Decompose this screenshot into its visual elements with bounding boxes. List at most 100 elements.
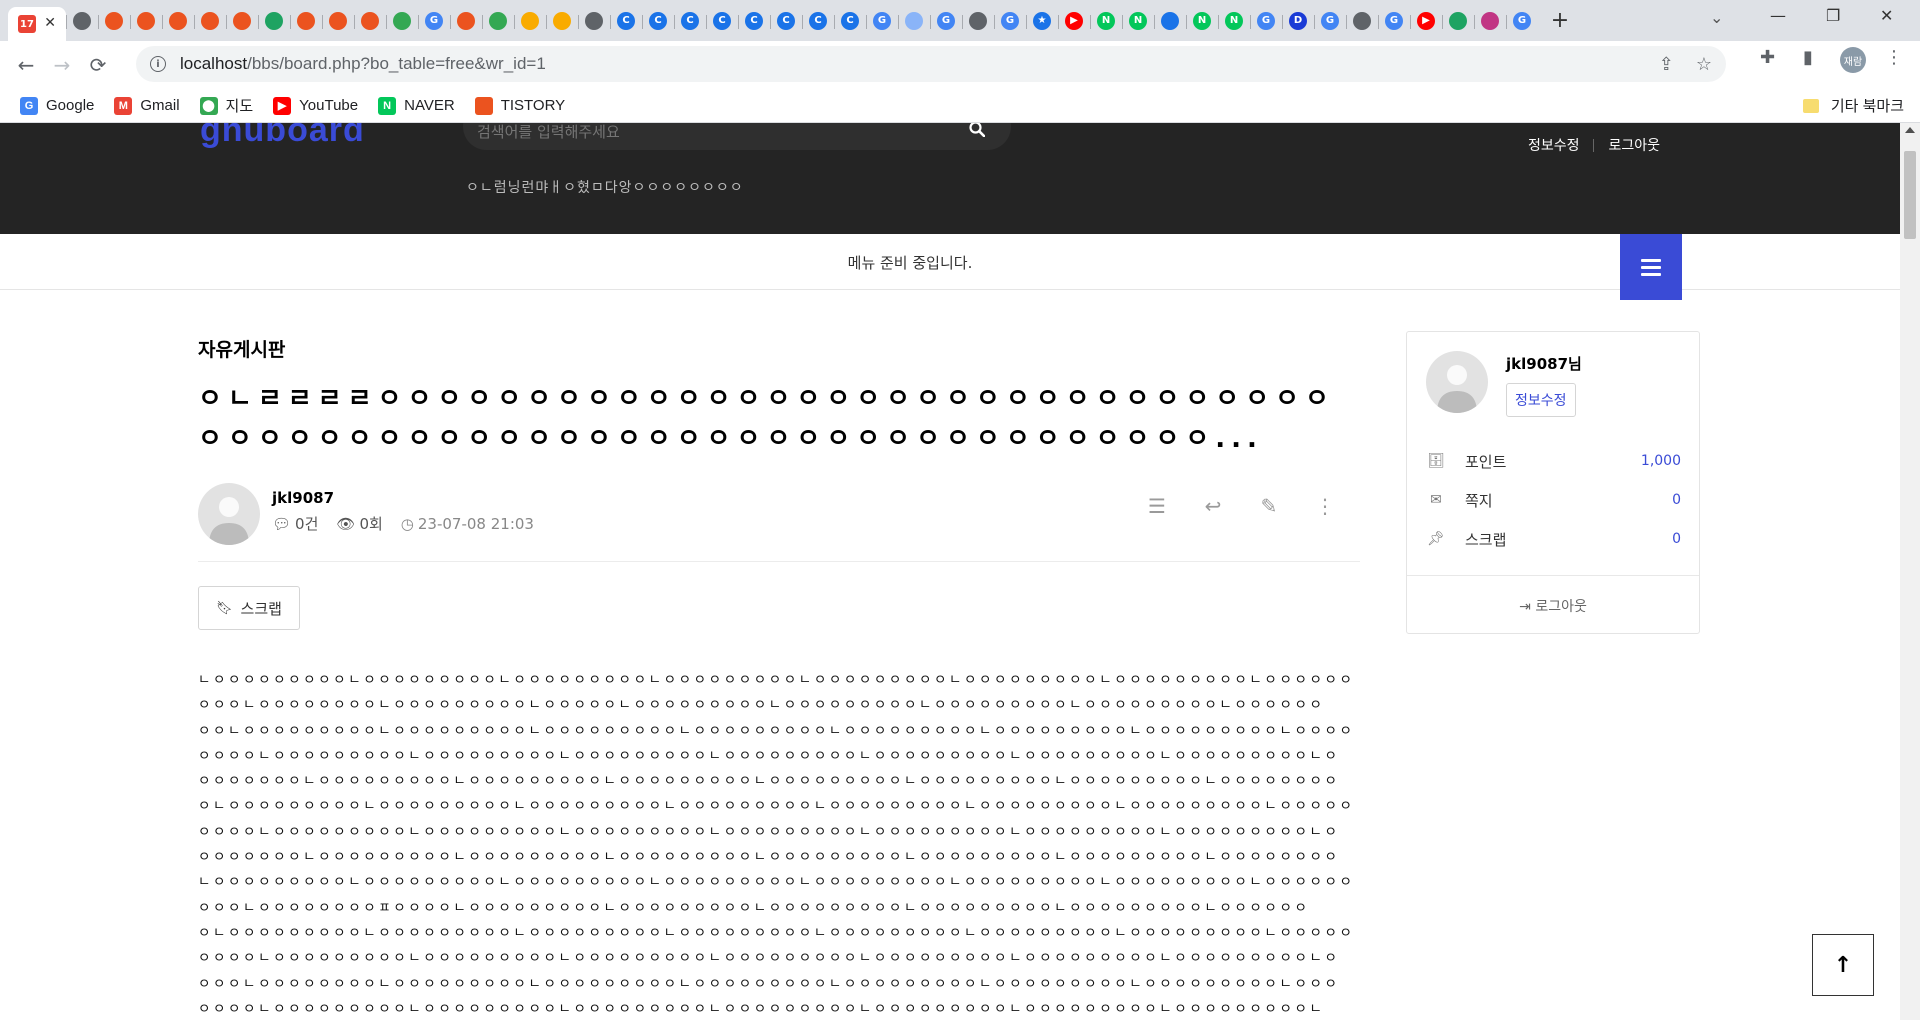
browser-tab-active[interactable]: 17 ✕	[8, 7, 66, 41]
list-icon[interactable]: ☰	[1144, 493, 1170, 519]
close-window-icon[interactable]: ✕	[1880, 6, 1893, 25]
browser-tab[interactable]	[1474, 5, 1506, 37]
browser-tab[interactable]: G	[1506, 5, 1538, 37]
browser-tab[interactable]: ▶	[1410, 5, 1442, 37]
edit-profile-button[interactable]: 정보수정	[1506, 383, 1576, 417]
tab-search-chevron-icon[interactable]: ⌄	[1710, 8, 1723, 27]
browser-tab[interactable]	[898, 5, 930, 37]
sidebar-logout-button[interactable]: ⇥ 로그아웃	[1407, 596, 1699, 616]
browser-tab[interactable]	[450, 5, 482, 37]
messages-row[interactable]: ✉ 쪽지 0	[1427, 488, 1681, 512]
browser-tab[interactable]	[1346, 5, 1378, 37]
browser-tab[interactable]: C	[770, 5, 802, 37]
bookmark-item[interactable]: TISTORY	[474, 96, 565, 115]
browser-tab[interactable]: D	[1282, 5, 1314, 37]
instagram-icon	[1481, 11, 1499, 30]
browser-tab[interactable]	[258, 5, 290, 37]
site-logo[interactable]: gnuboard	[200, 123, 365, 150]
scrap-button[interactable]: 🔖︎ 스크랩	[198, 586, 300, 630]
browser-tab[interactable]: G	[866, 5, 898, 37]
bookmark-item[interactable]: ▶ YouTube	[273, 96, 358, 115]
address-bar[interactable]: i localhost/bbs/board.php?bo_table=free&…	[136, 46, 1726, 82]
kebab-menu-icon[interactable]: ⋮	[1885, 47, 1903, 68]
browser-tab[interactable]: C	[610, 5, 642, 37]
browser-tab[interactable]: G	[1378, 5, 1410, 37]
bookmark-item[interactable]: ⬤ 지도	[199, 95, 254, 116]
browser-tab[interactable]: C	[834, 5, 866, 37]
new-tab-button[interactable]: +	[1546, 8, 1574, 33]
minimize-icon[interactable]: —	[1770, 6, 1786, 25]
browser-tab[interactable]: N	[1090, 5, 1122, 37]
browser-tab[interactable]	[130, 5, 162, 37]
browser-tab[interactable]	[514, 5, 546, 37]
restore-icon[interactable]: ❐	[1826, 6, 1840, 25]
browser-tab[interactable]	[962, 5, 994, 37]
scrollbar-thumb[interactable]	[1904, 151, 1916, 239]
bookmark-item[interactable]: N NAVER	[378, 96, 455, 115]
browser-tab[interactable]	[578, 5, 610, 37]
browser-tab[interactable]: C	[706, 5, 738, 37]
browser-tab[interactable]	[162, 5, 194, 37]
bookmark-item[interactable]: M Gmail	[114, 96, 180, 115]
browser-tab[interactable]	[1154, 5, 1186, 37]
browser-tab[interactable]	[66, 5, 98, 37]
browser-tab[interactable]	[226, 5, 258, 37]
browser-tab[interactable]	[194, 5, 226, 37]
popular-keywords[interactable]: ㅇㄴ럼닝런먀ㅐㅇ혔ㅁ다앙ㅇㅇㅇㅇㅇㅇㅇㅇ	[466, 177, 744, 197]
logout-link[interactable]: 로그아웃	[1608, 135, 1660, 155]
browser-tab[interactable]: G	[1314, 5, 1346, 37]
browser-tab[interactable]: ★	[1026, 5, 1058, 37]
browser-tab[interactable]	[354, 5, 386, 37]
page-scrollbar[interactable]	[1900, 123, 1920, 1020]
browser-tab[interactable]: G	[994, 5, 1026, 37]
browser-tab[interactable]	[98, 5, 130, 37]
browser-tab[interactable]: N	[1218, 5, 1250, 37]
side-panel-icon[interactable]: ▮	[1803, 47, 1813, 68]
site-info-icon[interactable]: i	[150, 56, 166, 72]
share-icon[interactable]: ⇪	[1659, 54, 1674, 75]
c-icon: C	[617, 11, 635, 30]
arrow-up-icon: ↑	[1833, 952, 1853, 978]
scroll-to-top-button[interactable]: ↑	[1812, 934, 1874, 996]
browser-tab[interactable]: G	[418, 5, 450, 37]
edit-profile-link[interactable]: 정보수정	[1528, 135, 1580, 155]
bookmark-star-icon[interactable]: ☆	[1696, 54, 1712, 75]
folder-icon	[1802, 98, 1819, 113]
google-icon: G	[1321, 11, 1339, 30]
browser-tab[interactable]: C	[674, 5, 706, 37]
browser-tab[interactable]	[322, 5, 354, 37]
scroll-up-arrow-icon[interactable]	[1905, 127, 1915, 133]
more-options-icon[interactable]: ⋮	[1312, 493, 1338, 519]
pencil-icon[interactable]: ✎	[1256, 493, 1282, 519]
browser-tab[interactable]: C	[738, 5, 770, 37]
browser-tab[interactable]	[290, 5, 322, 37]
back-icon[interactable]: ←	[8, 47, 44, 83]
browser-tab[interactable]	[1442, 5, 1474, 37]
browser-tab[interactable]: N	[1122, 5, 1154, 37]
browser-tab[interactable]: ▶	[1058, 5, 1090, 37]
other-bookmarks[interactable]: 기타 북마크	[1802, 95, 1904, 116]
bookmark-item[interactable]: G Google	[20, 96, 94, 115]
forward-icon[interactable]: →	[44, 47, 80, 83]
browser-tab[interactable]: N	[1186, 5, 1218, 37]
browser-tab[interactable]: G	[930, 5, 962, 37]
profile-avatar[interactable]: 재람	[1840, 47, 1866, 73]
browser-tab[interactable]: C	[642, 5, 674, 37]
reply-icon[interactable]: ↩	[1200, 493, 1226, 519]
points-row[interactable]: 🗄︎ 포인트 1,000	[1427, 449, 1681, 473]
search-input[interactable]	[477, 123, 937, 141]
bookmark-label: 지도	[225, 98, 254, 115]
extensions-icon[interactable]: ✚	[1760, 47, 1775, 68]
comment-count: 0건	[295, 515, 319, 533]
hamburger-menu-button[interactable]	[1620, 234, 1682, 300]
browser-tab[interactable]: G	[1250, 5, 1282, 37]
browser-tab[interactable]	[482, 5, 514, 37]
browser-tab[interactable]	[546, 5, 578, 37]
author-name[interactable]: jkl9087	[272, 489, 334, 507]
browser-tab[interactable]	[386, 5, 418, 37]
reload-icon[interactable]: ⟳	[80, 47, 116, 83]
close-tab-icon[interactable]: ✕	[44, 15, 56, 31]
search-icon[interactable]	[969, 123, 985, 137]
browser-tab[interactable]: C	[802, 5, 834, 37]
scrap-row[interactable]: 📌︎ 스크랩 0	[1427, 527, 1681, 551]
